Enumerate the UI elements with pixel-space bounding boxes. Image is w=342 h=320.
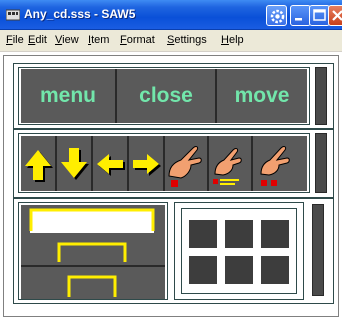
placement-panel — [18, 202, 168, 300]
menu-item-label: tem — [91, 34, 110, 46]
arrow-left-button[interactable] — [93, 136, 129, 191]
menu-edit-label: dit — [35, 34, 47, 46]
navigation-panel-inner — [18, 133, 310, 193]
grid-cell — [261, 256, 289, 284]
menu-settings-label: ettings — [174, 34, 207, 46]
grid-cell — [189, 256, 217, 284]
menu-format-label: ormat — [126, 34, 155, 46]
menu-settings[interactable]: Settings — [167, 34, 207, 46]
arrow-right-icon — [133, 154, 161, 176]
grid-cell — [189, 220, 217, 248]
hand-click-icon — [168, 146, 202, 187]
menu-view-label: iew — [62, 34, 79, 46]
grid-cell — [261, 220, 289, 248]
hand-double-click-icon — [260, 146, 290, 186]
menu-file-accel: F — [6, 34, 13, 46]
menu-button[interactable]: menu — [21, 69, 117, 123]
grid-cell — [225, 256, 253, 284]
menu-help[interactable]: Help — [221, 34, 244, 46]
layout-panel-scrollbar[interactable] — [312, 204, 324, 296]
click-button[interactable] — [165, 136, 209, 191]
command-panel-scrollbar[interactable] — [315, 67, 327, 125]
app-icon — [6, 9, 20, 21]
middle-bracket-icon — [57, 242, 127, 262]
window-title: Any_cd.sss - SAW5 — [24, 7, 136, 21]
gear-icon — [270, 9, 285, 24]
menu-help-accel: H — [221, 34, 229, 46]
layout-panel — [13, 198, 334, 304]
place-middle-button[interactable] — [21, 236, 165, 267]
menu-view[interactable]: View — [55, 34, 79, 46]
arrow-down-icon — [61, 148, 89, 180]
place-top-button[interactable] — [21, 205, 165, 236]
menu-file-label: ile — [12, 34, 24, 46]
grid-cell — [225, 220, 253, 248]
menu-bar: File Edit View Item Format Settings Help — [0, 30, 342, 52]
maximize-button[interactable] — [309, 5, 330, 26]
close-window-button[interactable] — [328, 5, 342, 26]
arrow-up-icon — [25, 150, 53, 182]
arrow-left-icon — [97, 154, 125, 176]
navigation-panel-scrollbar[interactable] — [315, 133, 327, 193]
top-bracket-icon — [21, 205, 165, 236]
menu-format-accel: F — [120, 34, 127, 46]
menu-format[interactable]: Format — [120, 34, 155, 46]
place-bottom-button[interactable] — [21, 267, 165, 299]
close-icon — [332, 10, 342, 21]
close-button[interactable]: close — [117, 69, 217, 123]
menu-item[interactable]: Item — [88, 34, 109, 46]
command-panel-inner: menu close move — [18, 67, 310, 125]
double-click-button[interactable] — [253, 136, 307, 191]
menu-edit[interactable]: Edit — [28, 34, 47, 46]
arrow-down-button[interactable] — [57, 136, 93, 191]
command-panel: menu close move — [13, 63, 334, 129]
hand-drag-icon — [213, 148, 242, 185]
title-bar[interactable]: Any_cd.sss - SAW5 — [0, 0, 342, 30]
maximize-icon — [313, 9, 326, 21]
move-button[interactable]: move — [217, 69, 307, 123]
settings-gear-button[interactable] — [266, 5, 287, 26]
arrow-right-button[interactable] — [129, 136, 165, 191]
drag-button[interactable] — [209, 136, 253, 191]
minimize-icon — [295, 18, 302, 21]
grid-panel[interactable] — [174, 202, 304, 300]
arrow-up-button[interactable] — [21, 136, 57, 191]
grid-frame — [181, 208, 297, 294]
minimize-button[interactable] — [290, 5, 311, 26]
navigation-panel — [13, 129, 334, 198]
menu-file[interactable]: File — [6, 34, 24, 46]
bottom-bracket-icon — [67, 275, 117, 297]
client-area: menu close move — [0, 53, 342, 320]
menu-help-label: elp — [228, 34, 244, 46]
